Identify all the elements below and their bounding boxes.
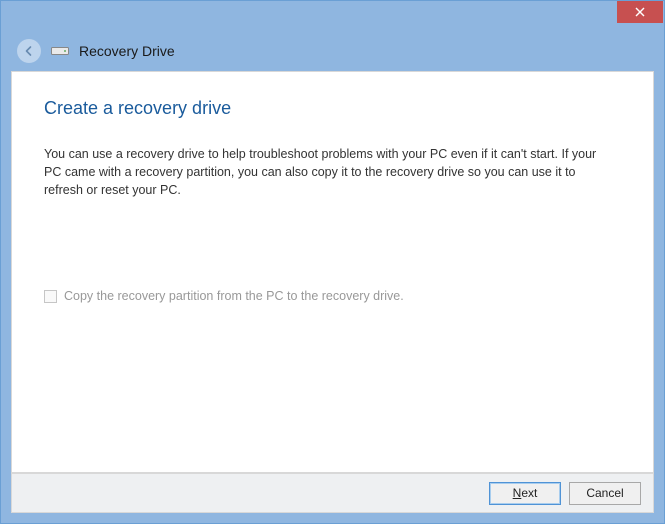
recovery-drive-wizard-window: Recovery Drive Create a recovery drive Y… xyxy=(0,0,665,524)
page-heading: Create a recovery drive xyxy=(44,98,621,119)
next-accelerator: N xyxy=(513,486,522,500)
close-icon xyxy=(635,7,645,17)
close-button[interactable] xyxy=(617,1,663,23)
copy-partition-checkbox-row: Copy the recovery partition from the PC … xyxy=(44,289,621,303)
drive-icon xyxy=(51,44,69,58)
wizard-footer: Next Cancel xyxy=(11,473,654,513)
header-title: Recovery Drive xyxy=(79,43,175,59)
page-description: You can use a recovery drive to help tro… xyxy=(44,145,604,199)
next-button[interactable]: Next xyxy=(489,482,561,505)
copy-partition-checkbox xyxy=(44,290,57,303)
next-label-rest: ext xyxy=(521,486,537,500)
back-arrow-icon xyxy=(22,44,36,58)
wizard-header: Recovery Drive xyxy=(1,31,664,71)
cancel-button[interactable]: Cancel xyxy=(569,482,641,505)
content-panel: Create a recovery drive You can use a re… xyxy=(11,71,654,473)
copy-partition-label: Copy the recovery partition from the PC … xyxy=(64,289,404,303)
back-button xyxy=(17,39,41,63)
titlebar xyxy=(1,1,664,31)
